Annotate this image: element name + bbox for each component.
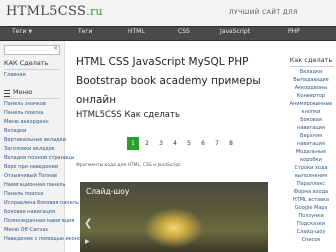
menu-item[interactable]: Верх при наведении bbox=[4, 164, 58, 170]
right-link[interactable]: коробки bbox=[286, 157, 336, 163]
site-tagline: ЛУЧШИЙ САЙТ ДЛЯ bbox=[229, 9, 298, 16]
menu-item[interactable]: Меню Off-Canvas bbox=[4, 227, 48, 233]
chevron-down-icon: ▼ bbox=[28, 29, 33, 35]
right-link[interactable]: Верхняя bbox=[286, 133, 336, 139]
divider bbox=[4, 98, 60, 99]
main-content: HTML CSS JavaScript MySQL PHP Bootstrap … bbox=[74, 41, 274, 252]
menu-item[interactable]: Наведение с помощью иконок bbox=[4, 236, 84, 242]
menu-item[interactable]: Боковая навигация bbox=[4, 209, 55, 215]
right-link[interactable]: HTML вставка bbox=[286, 197, 336, 203]
right-link[interactable]: Google Maps bbox=[286, 205, 336, 211]
divider bbox=[290, 66, 334, 67]
home-link[interactable]: Главная bbox=[4, 72, 26, 78]
how-to-title: КАК Сделать bbox=[4, 59, 49, 67]
menu-item[interactable]: Панель поиска bbox=[4, 110, 43, 116]
right-link[interactable]: Модальные bbox=[286, 149, 336, 155]
page-link[interactable]: 2 bbox=[141, 137, 153, 150]
menu-item[interactable]: Исправлена боковая панель bbox=[4, 200, 79, 206]
left-sidebar: × КАК Сделать Главная Меню Панель значко… bbox=[0, 41, 84, 252]
menu-item[interactable]: Меню аккордеон bbox=[4, 119, 49, 125]
menu-item[interactable]: Панель поиска bbox=[4, 191, 43, 197]
nav-item-php[interactable]: PHP bbox=[288, 28, 300, 35]
right-link[interactable]: Строки хода bbox=[286, 165, 336, 171]
logo-main: HTML5CSS bbox=[6, 4, 87, 19]
hamburger-icon[interactable] bbox=[4, 90, 10, 97]
page-link-active[interactable]: 1 bbox=[127, 137, 139, 150]
right-link[interactable]: Список bbox=[286, 237, 336, 243]
content-gutter bbox=[274, 41, 286, 252]
right-link[interactable]: кнопки bbox=[286, 109, 336, 115]
close-icon[interactable]: × bbox=[53, 45, 58, 52]
page-link[interactable]: 3 bbox=[155, 137, 167, 150]
page-link[interactable]: 4 bbox=[169, 137, 181, 150]
right-link[interactable]: Выпадающие bbox=[286, 77, 336, 83]
right-link[interactable]: навигация bbox=[286, 125, 336, 131]
search-input[interactable]: × bbox=[4, 45, 60, 55]
menu-item[interactable]: Заголовки вкладок bbox=[4, 146, 55, 152]
menu-item[interactable]: Полноэкранная навигация bbox=[4, 218, 74, 224]
menu-item[interactable]: Панель значков bbox=[4, 101, 46, 107]
slideshow-title: Слайд-шоу bbox=[86, 187, 130, 196]
fragments-text: Фрагменты кода для HTML, CSS и JavaScrip… bbox=[76, 163, 182, 168]
right-link[interactable]: Подсказки bbox=[286, 221, 336, 227]
right-link[interactable]: Аккордеоны bbox=[286, 85, 336, 91]
right-link[interactable]: Ползунки bbox=[286, 213, 336, 219]
divider bbox=[4, 69, 60, 70]
play-icon[interactable]: ▶ bbox=[85, 238, 90, 245]
right-link[interactable]: Форма входа bbox=[286, 189, 336, 195]
right-sidebar: Как сделать Вкладки Выпадающие Аккордеон… bbox=[286, 41, 336, 252]
logo-tld: .ru bbox=[86, 5, 103, 18]
page-title: HTML CSS JavaScript MySQL PHP Bootstrap … bbox=[76, 56, 261, 106]
right-link[interactable]: Параллакс bbox=[286, 181, 336, 187]
page-link[interactable]: 6 bbox=[197, 137, 209, 150]
slide-image bbox=[144, 208, 204, 248]
nav-item-tags[interactable]: Теги bbox=[78, 28, 92, 35]
page-subtitle: HTML5CSS Как сделать bbox=[76, 110, 180, 120]
site-header: HTML5CSS.ru ЛУЧШИЙ САЙТ ДЛЯ bbox=[0, 0, 336, 27]
nav-item-css[interactable]: CSS bbox=[178, 28, 190, 35]
nav-item-javascript[interactable]: JavaScript bbox=[220, 28, 250, 35]
right-sidebar-title: Как сделать bbox=[289, 56, 333, 64]
slideshow[interactable]: Слайд-шоу ❮ ▶ bbox=[80, 182, 268, 252]
menu-item[interactable]: Вкладки полной страницы bbox=[4, 155, 75, 161]
nav-item-label: Теги bbox=[12, 28, 27, 35]
right-link[interactable]: Конвертор bbox=[286, 93, 336, 99]
menu-item[interactable]: Вертикальные вкладки bbox=[4, 137, 66, 143]
menu-item[interactable]: Вкладки bbox=[4, 128, 26, 134]
chevron-left-icon[interactable]: ❮ bbox=[84, 218, 92, 229]
right-link[interactable]: Вкладки bbox=[286, 69, 336, 75]
page-link[interactable]: 5 bbox=[183, 137, 195, 150]
right-link[interactable]: выполнения bbox=[286, 173, 336, 179]
right-link[interactable]: Анимированные bbox=[286, 101, 336, 107]
main-navbar: Теги ▼ Теги HTML CSS JavaScript PHP bbox=[0, 26, 336, 41]
page-link[interactable]: 7 bbox=[211, 137, 223, 150]
nav-item-html[interactable]: HTML bbox=[128, 28, 145, 35]
right-link[interactable]: Слайд-шоу bbox=[286, 229, 336, 235]
menu-item[interactable]: Навигационная панель bbox=[4, 182, 65, 188]
nav-item-tags-dropdown[interactable]: Теги ▼ bbox=[12, 28, 32, 35]
menu-title: Меню bbox=[13, 88, 33, 96]
right-link[interactable]: навигация bbox=[286, 141, 336, 147]
site-logo[interactable]: HTML5CSS.ru bbox=[6, 4, 103, 19]
menu-item[interactable]: Отзывчивый Топнав bbox=[4, 173, 57, 179]
right-link[interactable]: Боковая bbox=[286, 117, 336, 123]
page-link[interactable]: 8 bbox=[225, 137, 237, 150]
